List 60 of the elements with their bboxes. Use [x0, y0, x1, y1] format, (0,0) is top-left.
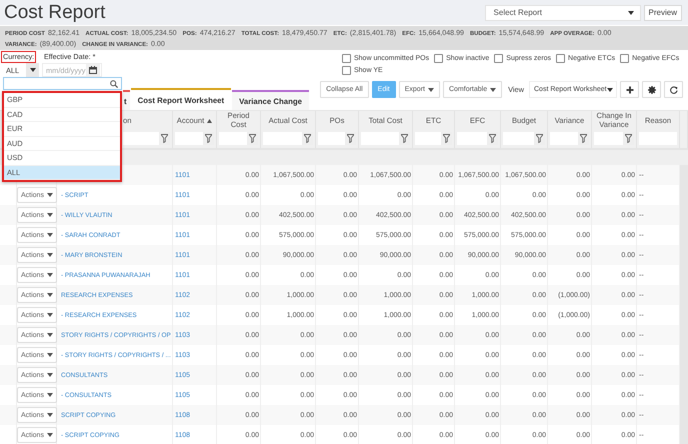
- preview-button[interactable]: Preview: [644, 4, 682, 20]
- filter-icon: [489, 134, 496, 143]
- caret-icon: [490, 88, 496, 92]
- checkbox[interactable]: [494, 54, 504, 63]
- checkbox[interactable]: [620, 54, 630, 63]
- caret-icon: [46, 373, 53, 377]
- caret-icon: [46, 293, 53, 297]
- search-icon: [110, 80, 118, 88]
- caret-icon: [46, 413, 53, 417]
- report-select[interactable]: Select Report: [484, 4, 641, 20]
- filter-icon: [161, 134, 168, 143]
- refresh-button[interactable]: [664, 81, 683, 98]
- filter-field[interactable]: [503, 132, 545, 145]
- filter-icon: [347, 134, 354, 143]
- filter-icon: [580, 134, 587, 143]
- filter-icon: [304, 134, 311, 143]
- filter-icon: [443, 134, 450, 143]
- search-field[interactable]: [3, 77, 122, 90]
- filter-icon: [536, 134, 543, 143]
- filter-field[interactable]: [219, 132, 258, 145]
- caret-icon: [46, 253, 53, 257]
- caret-icon: [606, 88, 613, 92]
- checkbox[interactable]: [556, 54, 566, 63]
- checkbox[interactable]: [434, 54, 444, 63]
- settings-icon: [648, 86, 656, 94]
- settings-button[interactable]: [642, 81, 661, 98]
- caret-icon: [46, 313, 53, 317]
- scrollbar[interactable]: [680, 165, 688, 444]
- filter-field[interactable]: [594, 132, 634, 145]
- caret-icon: [46, 353, 53, 357]
- sort-icon: [207, 119, 212, 123]
- caret-icon: [46, 333, 53, 337]
- filter-icon: [249, 134, 256, 143]
- caret-icon: [30, 68, 36, 72]
- checkbox[interactable]: [342, 54, 351, 63]
- caret-icon: [46, 193, 53, 197]
- checkbox[interactable]: [342, 66, 351, 75]
- filter-field[interactable]: [457, 132, 498, 145]
- calendar-icon[interactable]: [89, 66, 97, 74]
- filter-field[interactable]: [175, 132, 214, 145]
- caret-icon: [46, 393, 53, 397]
- filter-icon: [625, 134, 632, 143]
- caret-icon: [46, 273, 53, 277]
- caret-icon: [428, 88, 434, 92]
- filter-field[interactable]: [318, 132, 356, 145]
- filter-icon: [205, 134, 212, 143]
- caret-icon: [46, 213, 53, 217]
- caret-icon: [46, 233, 53, 237]
- filter-field[interactable]: [415, 132, 452, 145]
- filter-icon: [401, 134, 408, 143]
- filter-field[interactable]: [361, 132, 410, 145]
- add-icon: [626, 86, 634, 94]
- refresh-icon: [670, 86, 678, 94]
- filter-field[interactable]: [263, 132, 313, 145]
- caret-icon: [628, 10, 634, 14]
- caret-icon: [46, 433, 53, 437]
- add-button[interactable]: [620, 81, 639, 98]
- filter-field[interactable]: [123, 132, 170, 145]
- filter-field[interactable]: [550, 132, 589, 145]
- page-title: Cost Report: [4, 2, 106, 24]
